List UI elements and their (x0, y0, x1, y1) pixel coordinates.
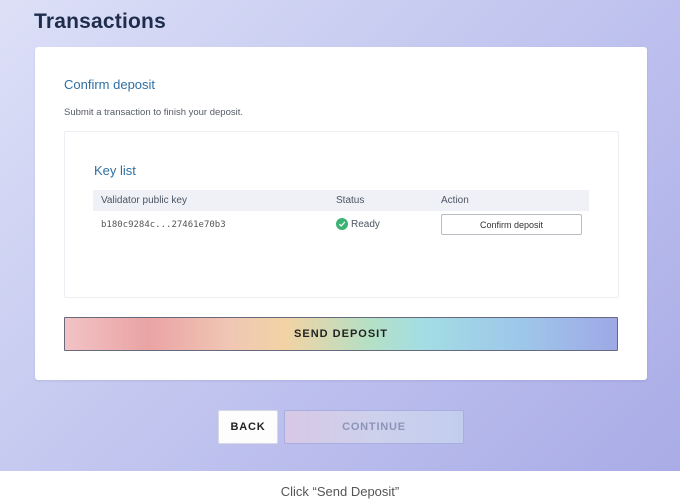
instruction-caption: Click “Send Deposit” (280, 484, 400, 499)
status-label: Ready (351, 218, 380, 230)
key-table: Validator public key Status Action b180c… (93, 190, 589, 239)
card-description: Submit a transaction to finish your depo… (64, 107, 244, 118)
column-header-key: Validator public key (101, 195, 187, 206)
back-button[interactable]: BACK (218, 410, 278, 444)
confirm-deposit-button[interactable]: Confirm deposit (441, 214, 582, 235)
app-background: Transactions Confirm deposit Submit a tr… (0, 0, 680, 471)
table-header: Validator public key Status Action (93, 190, 589, 211)
table-row: b180c9284c...27461e70b3 Ready Confirm de… (93, 211, 589, 239)
continue-button[interactable]: CONTINUE (284, 410, 464, 444)
column-header-status: Status (336, 195, 365, 206)
check-circle-icon (336, 218, 348, 230)
page-title: Transactions (34, 10, 166, 33)
key-list-panel: Key list Validator public key Status Act… (64, 131, 619, 298)
send-deposit-button[interactable]: SEND DEPOSIT (64, 317, 618, 351)
card-title: Confirm deposit (64, 77, 156, 92)
status-cell: Ready (336, 218, 380, 230)
key-list-title: Key list (94, 163, 136, 178)
validator-key: b180c9284c...27461e70b3 (101, 220, 226, 230)
confirm-deposit-card: Confirm deposit Submit a transaction to … (35, 47, 647, 380)
column-header-action: Action (441, 195, 469, 206)
